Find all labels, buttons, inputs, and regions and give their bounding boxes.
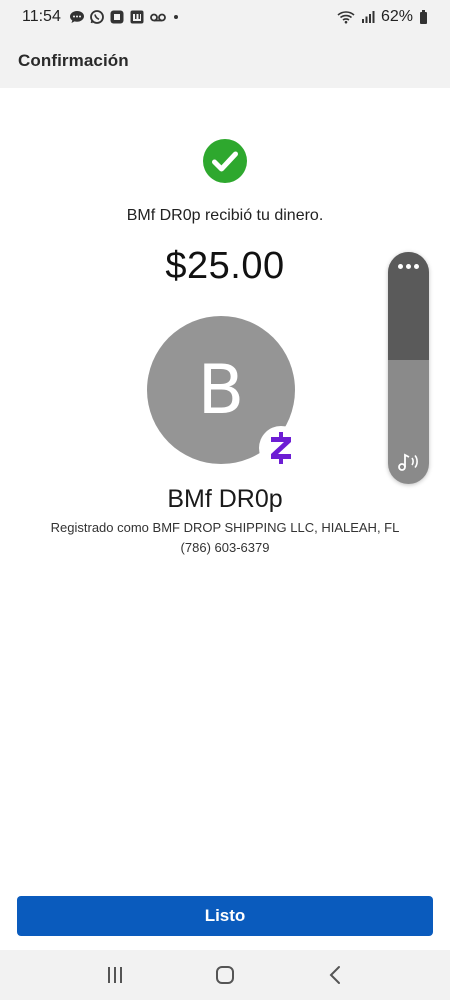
battery-percentage: 62% bbox=[380, 8, 413, 25]
battery-icon bbox=[419, 9, 428, 25]
status-bar: 11:54 62% bbox=[0, 0, 450, 34]
status-time: 11:54 bbox=[22, 8, 61, 25]
voicemail-icon bbox=[149, 9, 167, 25]
app-icon bbox=[109, 9, 125, 25]
back-icon[interactable] bbox=[315, 955, 355, 995]
home-icon[interactable] bbox=[205, 955, 245, 995]
recent-apps-icon[interactable] bbox=[95, 955, 135, 995]
payment-amount: $25.00 bbox=[165, 245, 285, 287]
recipient-name: BMf DR0p bbox=[167, 485, 283, 513]
volume-slider[interactable] bbox=[388, 252, 429, 484]
system-nav-bar bbox=[0, 950, 450, 1000]
wifi-icon bbox=[337, 9, 355, 25]
messages-icon bbox=[69, 9, 85, 25]
more-dots-icon[interactable] bbox=[388, 264, 429, 269]
app-header: Confirmación bbox=[0, 34, 450, 88]
signal-icon bbox=[361, 9, 375, 25]
confirmation-message: BMf DR0p recibió tu dinero. bbox=[126, 207, 324, 224]
zelle-logo-icon bbox=[259, 426, 303, 470]
recipient-phone: (786) 603-6379 bbox=[180, 540, 270, 555]
success-check-icon bbox=[203, 139, 247, 183]
sound-icon[interactable] bbox=[395, 450, 423, 474]
registered-as-text: Registrado como BMF DROP SHIPPING LLC, H… bbox=[50, 520, 400, 535]
status-right: 62% bbox=[337, 8, 428, 26]
page-title: Confirmación bbox=[18, 51, 129, 70]
status-left: 11:54 bbox=[22, 8, 181, 26]
done-button[interactable]: Listo bbox=[17, 896, 433, 936]
avatar-initial: B bbox=[197, 350, 245, 430]
dot-icon bbox=[171, 9, 181, 25]
whatsapp-icon bbox=[89, 9, 105, 25]
m-app-icon bbox=[129, 9, 145, 25]
